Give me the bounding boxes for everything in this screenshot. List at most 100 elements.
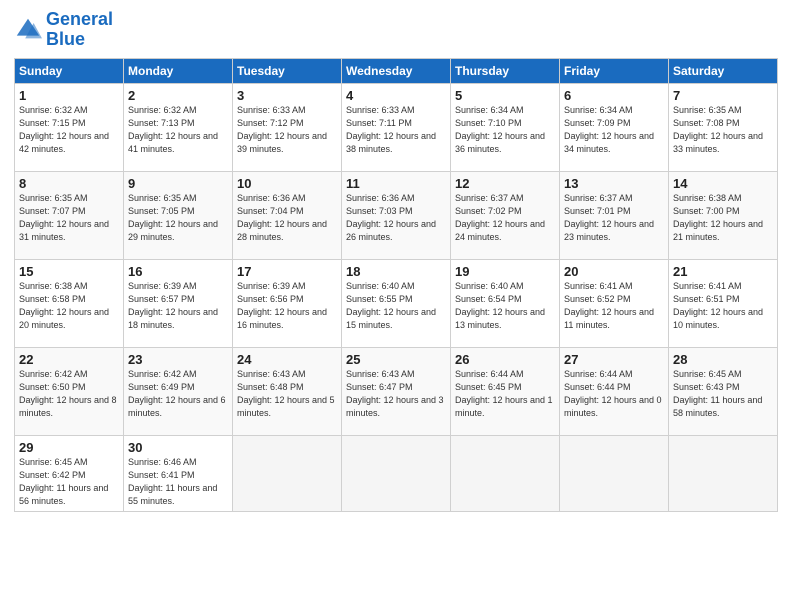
calendar-cell: 23Sunrise: 6:42 AMSunset: 6:49 PMDayligh…: [124, 347, 233, 435]
day-number: 21: [673, 264, 773, 279]
day-info: Sunrise: 6:41 AMSunset: 6:51 PMDaylight:…: [673, 280, 773, 332]
day-info: Sunrise: 6:42 AMSunset: 6:49 PMDaylight:…: [128, 368, 228, 420]
weekday-header-thursday: Thursday: [451, 58, 560, 83]
day-number: 26: [455, 352, 555, 367]
calendar-cell: 5Sunrise: 6:34 AMSunset: 7:10 PMDaylight…: [451, 83, 560, 171]
calendar-cell: 17Sunrise: 6:39 AMSunset: 6:56 PMDayligh…: [233, 259, 342, 347]
day-info: Sunrise: 6:36 AMSunset: 7:04 PMDaylight:…: [237, 192, 337, 244]
calendar-cell: 12Sunrise: 6:37 AMSunset: 7:02 PMDayligh…: [451, 171, 560, 259]
weekday-header-friday: Friday: [560, 58, 669, 83]
weekday-header-saturday: Saturday: [669, 58, 778, 83]
day-number: 25: [346, 352, 446, 367]
calendar-cell: 30Sunrise: 6:46 AMSunset: 6:41 PMDayligh…: [124, 435, 233, 511]
day-number: 24: [237, 352, 337, 367]
logo-blue: Blue: [46, 29, 85, 49]
day-number: 30: [128, 440, 228, 455]
day-number: 6: [564, 88, 664, 103]
weekday-header-tuesday: Tuesday: [233, 58, 342, 83]
calendar-cell: 1Sunrise: 6:32 AMSunset: 7:15 PMDaylight…: [15, 83, 124, 171]
day-info: Sunrise: 6:40 AMSunset: 6:55 PMDaylight:…: [346, 280, 446, 332]
day-number: 29: [19, 440, 119, 455]
calendar-table: SundayMondayTuesdayWednesdayThursdayFrid…: [14, 58, 778, 512]
calendar-cell: 6Sunrise: 6:34 AMSunset: 7:09 PMDaylight…: [560, 83, 669, 171]
day-number: 18: [346, 264, 446, 279]
calendar-cell: [451, 435, 560, 511]
calendar-cell: 21Sunrise: 6:41 AMSunset: 6:51 PMDayligh…: [669, 259, 778, 347]
day-info: Sunrise: 6:35 AMSunset: 7:08 PMDaylight:…: [673, 104, 773, 156]
day-info: Sunrise: 6:32 AMSunset: 7:15 PMDaylight:…: [19, 104, 119, 156]
day-info: Sunrise: 6:44 AMSunset: 6:45 PMDaylight:…: [455, 368, 555, 420]
day-number: 8: [19, 176, 119, 191]
day-number: 16: [128, 264, 228, 279]
day-number: 12: [455, 176, 555, 191]
day-info: Sunrise: 6:44 AMSunset: 6:44 PMDaylight:…: [564, 368, 664, 420]
day-number: 23: [128, 352, 228, 367]
day-info: Sunrise: 6:37 AMSunset: 7:02 PMDaylight:…: [455, 192, 555, 244]
calendar-cell: 14Sunrise: 6:38 AMSunset: 7:00 PMDayligh…: [669, 171, 778, 259]
calendar-cell: 15Sunrise: 6:38 AMSunset: 6:58 PMDayligh…: [15, 259, 124, 347]
calendar-cell: 10Sunrise: 6:36 AMSunset: 7:04 PMDayligh…: [233, 171, 342, 259]
day-number: 17: [237, 264, 337, 279]
calendar-cell: 28Sunrise: 6:45 AMSunset: 6:43 PMDayligh…: [669, 347, 778, 435]
calendar-cell: [233, 435, 342, 511]
day-info: Sunrise: 6:34 AMSunset: 7:09 PMDaylight:…: [564, 104, 664, 156]
day-info: Sunrise: 6:38 AMSunset: 6:58 PMDaylight:…: [19, 280, 119, 332]
calendar-cell: [560, 435, 669, 511]
day-number: 5: [455, 88, 555, 103]
day-info: Sunrise: 6:43 AMSunset: 6:48 PMDaylight:…: [237, 368, 337, 420]
weekday-header-sunday: Sunday: [15, 58, 124, 83]
day-info: Sunrise: 6:35 AMSunset: 7:05 PMDaylight:…: [128, 192, 228, 244]
calendar-cell: 7Sunrise: 6:35 AMSunset: 7:08 PMDaylight…: [669, 83, 778, 171]
day-info: Sunrise: 6:34 AMSunset: 7:10 PMDaylight:…: [455, 104, 555, 156]
calendar-cell: 20Sunrise: 6:41 AMSunset: 6:52 PMDayligh…: [560, 259, 669, 347]
logo-icon: [14, 16, 42, 44]
day-info: Sunrise: 6:40 AMSunset: 6:54 PMDaylight:…: [455, 280, 555, 332]
day-number: 1: [19, 88, 119, 103]
day-number: 15: [19, 264, 119, 279]
day-info: Sunrise: 6:33 AMSunset: 7:11 PMDaylight:…: [346, 104, 446, 156]
calendar-cell: 3Sunrise: 6:33 AMSunset: 7:12 PMDaylight…: [233, 83, 342, 171]
day-info: Sunrise: 6:39 AMSunset: 6:57 PMDaylight:…: [128, 280, 228, 332]
calendar-cell: 8Sunrise: 6:35 AMSunset: 7:07 PMDaylight…: [15, 171, 124, 259]
day-info: Sunrise: 6:45 AMSunset: 6:43 PMDaylight:…: [673, 368, 773, 420]
day-info: Sunrise: 6:35 AMSunset: 7:07 PMDaylight:…: [19, 192, 119, 244]
calendar-cell: 11Sunrise: 6:36 AMSunset: 7:03 PMDayligh…: [342, 171, 451, 259]
calendar-cell: [669, 435, 778, 511]
day-number: 10: [237, 176, 337, 191]
day-number: 13: [564, 176, 664, 191]
day-number: 11: [346, 176, 446, 191]
calendar-cell: [342, 435, 451, 511]
calendar-cell: 22Sunrise: 6:42 AMSunset: 6:50 PMDayligh…: [15, 347, 124, 435]
calendar-cell: 13Sunrise: 6:37 AMSunset: 7:01 PMDayligh…: [560, 171, 669, 259]
day-info: Sunrise: 6:37 AMSunset: 7:01 PMDaylight:…: [564, 192, 664, 244]
day-number: 2: [128, 88, 228, 103]
logo-text: General Blue: [46, 10, 113, 50]
logo-general: General: [46, 9, 113, 29]
day-info: Sunrise: 6:33 AMSunset: 7:12 PMDaylight:…: [237, 104, 337, 156]
day-info: Sunrise: 6:38 AMSunset: 7:00 PMDaylight:…: [673, 192, 773, 244]
calendar-cell: 24Sunrise: 6:43 AMSunset: 6:48 PMDayligh…: [233, 347, 342, 435]
day-number: 20: [564, 264, 664, 279]
day-info: Sunrise: 6:42 AMSunset: 6:50 PMDaylight:…: [19, 368, 119, 420]
calendar-cell: 27Sunrise: 6:44 AMSunset: 6:44 PMDayligh…: [560, 347, 669, 435]
calendar-cell: 16Sunrise: 6:39 AMSunset: 6:57 PMDayligh…: [124, 259, 233, 347]
calendar-cell: 18Sunrise: 6:40 AMSunset: 6:55 PMDayligh…: [342, 259, 451, 347]
day-number: 22: [19, 352, 119, 367]
calendar-cell: 19Sunrise: 6:40 AMSunset: 6:54 PMDayligh…: [451, 259, 560, 347]
day-number: 7: [673, 88, 773, 103]
day-info: Sunrise: 6:39 AMSunset: 6:56 PMDaylight:…: [237, 280, 337, 332]
day-number: 4: [346, 88, 446, 103]
calendar-cell: 4Sunrise: 6:33 AMSunset: 7:11 PMDaylight…: [342, 83, 451, 171]
page-header: General Blue: [14, 10, 778, 50]
weekday-header-wednesday: Wednesday: [342, 58, 451, 83]
day-info: Sunrise: 6:32 AMSunset: 7:13 PMDaylight:…: [128, 104, 228, 156]
day-info: Sunrise: 6:43 AMSunset: 6:47 PMDaylight:…: [346, 368, 446, 420]
day-number: 28: [673, 352, 773, 367]
calendar-cell: 25Sunrise: 6:43 AMSunset: 6:47 PMDayligh…: [342, 347, 451, 435]
day-number: 9: [128, 176, 228, 191]
day-number: 3: [237, 88, 337, 103]
calendar-cell: 2Sunrise: 6:32 AMSunset: 7:13 PMDaylight…: [124, 83, 233, 171]
day-info: Sunrise: 6:41 AMSunset: 6:52 PMDaylight:…: [564, 280, 664, 332]
calendar-cell: 9Sunrise: 6:35 AMSunset: 7:05 PMDaylight…: [124, 171, 233, 259]
calendar-header-row: SundayMondayTuesdayWednesdayThursdayFrid…: [15, 58, 778, 83]
